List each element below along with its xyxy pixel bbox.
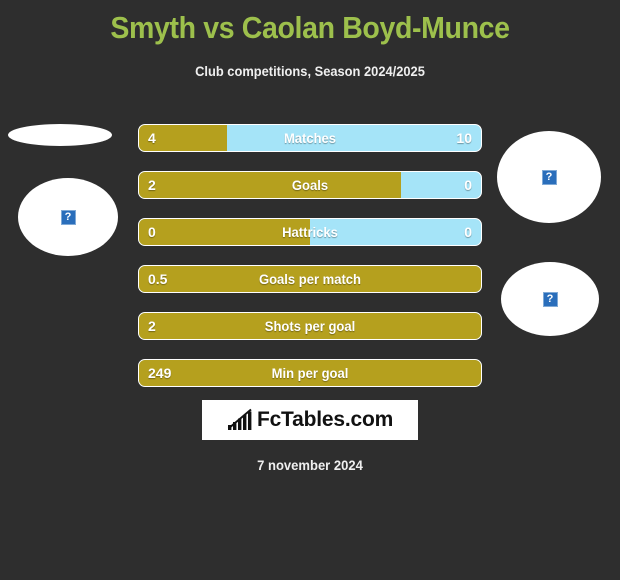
stats-bar-list: 4 Matches 10 2 Goals 0 0 Hattricks 0 0.5…	[138, 124, 482, 406]
stat-label: Goals	[291, 177, 329, 193]
stat-away-value: 0	[464, 224, 472, 240]
comparison-infographic: Smyth vs Caolan Boyd-Munce Club competit…	[0, 0, 620, 580]
home-player-photo: ?	[18, 178, 118, 256]
site-logo[interactable]: FcTables.com	[202, 400, 418, 440]
stat-label: Min per goal	[271, 365, 349, 381]
page-subtitle: Club competitions, Season 2024/2025	[195, 63, 425, 79]
stat-label: Goals per match	[258, 271, 362, 287]
home-player-flag	[8, 124, 112, 146]
stat-row-goals-per-match: 0.5 Goals per match	[138, 265, 482, 293]
stat-row-min-per-goal: 249 Min per goal	[138, 359, 482, 387]
broken-image-icon: ?	[541, 169, 557, 185]
away-player-club-logo: ?	[501, 262, 599, 336]
stat-away-value: 0	[464, 177, 472, 193]
site-logo-text: FcTables.com	[256, 408, 394, 431]
broken-image-icon: ?	[542, 291, 558, 307]
broken-image-icon: ?	[60, 209, 76, 225]
stat-row-matches: 4 Matches 10	[138, 124, 482, 152]
generated-date: 7 november 2024	[257, 457, 363, 473]
bar-chart-icon	[227, 408, 252, 430]
stat-label: Shots per goal	[264, 318, 356, 334]
stat-label: Hattricks	[282, 224, 338, 240]
page-title: Smyth vs Caolan Boyd-Munce	[110, 10, 510, 45]
stat-away-value: 10	[456, 130, 472, 146]
stat-row-hattricks: 0 Hattricks 0	[138, 218, 482, 246]
stat-label: Matches	[283, 130, 337, 146]
stat-row-shots-per-goal: 2 Shots per goal	[138, 312, 482, 340]
away-player-photo: ?	[497, 131, 601, 223]
stat-row-goals: 2 Goals 0	[138, 171, 482, 199]
